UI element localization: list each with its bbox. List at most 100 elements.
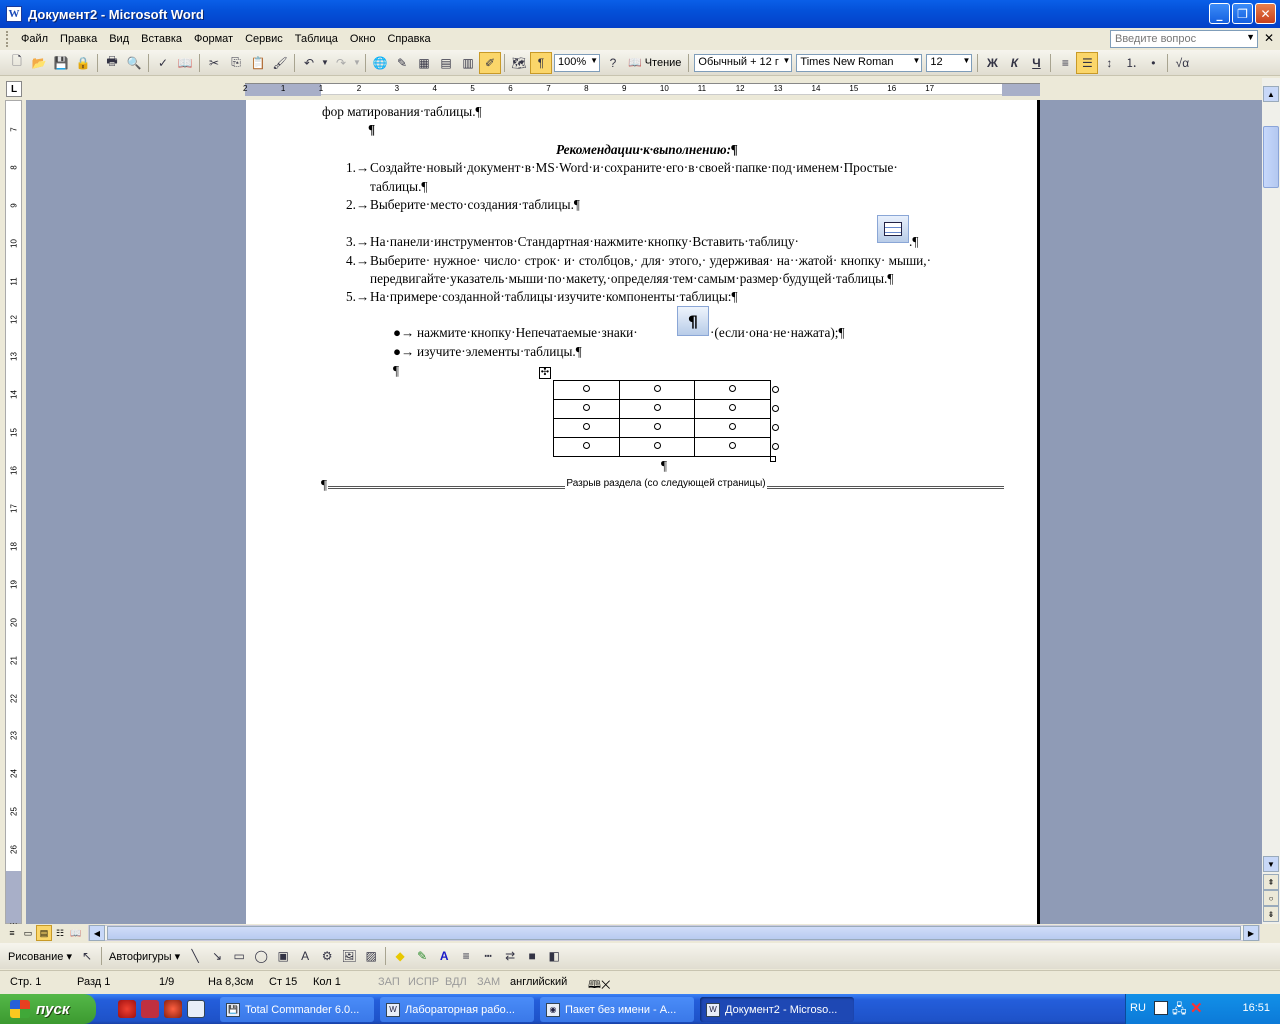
numbering-icon[interactable]: ⒈ bbox=[1120, 52, 1142, 74]
align-center-icon[interactable]: ≡ bbox=[1054, 52, 1076, 74]
style-select[interactable]: Обычный + 12 г ▼ bbox=[694, 53, 793, 72]
fill-color-icon[interactable]: ◆ bbox=[389, 945, 411, 967]
table-cell[interactable] bbox=[694, 418, 771, 438]
font-size-select[interactable]: 12 ▼ bbox=[926, 53, 973, 72]
horizontal-ruler[interactable]: L 2 1 1 2 3 4 5 6 7 8 9 10 11 12 13 14 15 16 17 bbox=[0, 78, 1280, 100]
menu-table[interactable]: Таблица bbox=[289, 31, 344, 47]
oval-icon[interactable]: ◯ bbox=[250, 945, 272, 967]
undo-icon[interactable]: ↶ bbox=[298, 52, 320, 74]
permission-icon[interactable]: 🔒 bbox=[72, 52, 94, 74]
previous-page-button[interactable]: ⇞ bbox=[1263, 874, 1279, 890]
opera-icon[interactable] bbox=[118, 1000, 136, 1018]
redo-dropdown-icon[interactable]: ▼ bbox=[352, 52, 362, 74]
minimize-button[interactable]: _ bbox=[1209, 3, 1230, 24]
scroll-up-button[interactable]: ▲ bbox=[1263, 86, 1279, 102]
table-row[interactable] bbox=[553, 437, 771, 457]
outline-view-icon[interactable]: ☷ bbox=[52, 925, 68, 941]
drawing-icon[interactable]: ✐ bbox=[479, 51, 501, 74]
open-icon[interactable]: 📂 bbox=[28, 52, 50, 74]
paragraph-mark-below-table[interactable]: ¶ bbox=[661, 458, 667, 474]
document-map-icon[interactable]: 🗺 bbox=[508, 52, 530, 74]
table-row[interactable] bbox=[553, 418, 771, 438]
quicklaunch-app-icon[interactable] bbox=[164, 1000, 182, 1018]
section-break-mark[interactable]: ¶ bbox=[321, 477, 327, 493]
show-desktop-icon[interactable] bbox=[187, 1000, 205, 1018]
menu-format[interactable]: Формат bbox=[188, 31, 239, 47]
step-2-text[interactable]: Выберите·место·создания·таблицы.¶ bbox=[370, 197, 580, 213]
bold-button[interactable]: Ж bbox=[981, 52, 1003, 74]
justify-icon[interactable]: ☰ bbox=[1076, 51, 1099, 74]
font-color-icon[interactable]: A bbox=[433, 945, 455, 967]
taskbar-document2[interactable]: W Документ2 - Microso... bbox=[700, 997, 854, 1022]
print-preview-icon[interactable]: 🔍 bbox=[123, 52, 145, 74]
select-browse-object-button[interactable]: ○ bbox=[1263, 890, 1279, 906]
recommendations-heading[interactable]: Рекомендации·к·выполнению:¶ bbox=[556, 142, 738, 158]
help-question-input[interactable]: Введите вопрос ▼ bbox=[1110, 30, 1258, 48]
table-cell[interactable] bbox=[694, 399, 771, 419]
table-cell[interactable] bbox=[553, 437, 620, 457]
paste-icon[interactable]: 📋 bbox=[247, 52, 269, 74]
3d-style-icon[interactable]: ◧ bbox=[543, 945, 565, 967]
table-cell[interactable] bbox=[694, 380, 771, 400]
format-painter-icon[interactable]: 🖌 bbox=[269, 52, 291, 74]
font-select[interactable]: Times New Roman ▼ bbox=[796, 53, 923, 72]
draw-menu-button[interactable]: Рисование ▾ bbox=[4, 950, 76, 963]
menu-window[interactable]: Окно bbox=[344, 31, 382, 47]
scroll-right-button[interactable]: ▶ bbox=[1243, 925, 1259, 941]
start-button[interactable]: пуск bbox=[0, 994, 96, 1024]
pilcrow-image-icon[interactable]: ¶ bbox=[677, 306, 709, 336]
print-layout-view-icon[interactable]: ▤ bbox=[36, 925, 52, 941]
scroll-left-button[interactable]: ◀ bbox=[89, 925, 105, 941]
security-alert-icon[interactable]: ✕ bbox=[1190, 999, 1203, 1017]
table-cell[interactable] bbox=[553, 380, 620, 400]
vertical-scroll-thumb[interactable] bbox=[1263, 126, 1279, 188]
hyperlink-icon[interactable]: 🌐 bbox=[369, 52, 391, 74]
spelling-status-icon[interactable]: 🕮✕ bbox=[588, 976, 610, 995]
equation-icon[interactable]: √α bbox=[1171, 52, 1193, 74]
table-row[interactable] bbox=[553, 380, 771, 400]
table-cell[interactable] bbox=[619, 437, 695, 457]
network-icon[interactable]: 🖧 bbox=[1172, 1000, 1187, 1022]
ruler-strip[interactable]: 2 1 1 2 3 4 5 6 7 8 9 10 11 12 13 14 15 16 17 bbox=[243, 83, 1040, 96]
table-cell[interactable] bbox=[619, 399, 695, 419]
step-5-text[interactable]: На·примере·созданной·таблицы·изучите·ком… bbox=[370, 289, 737, 305]
wordart-icon[interactable]: A bbox=[294, 945, 316, 967]
arrow-icon[interactable]: ↘ bbox=[206, 945, 228, 967]
underline-button[interactable]: Ч bbox=[1025, 52, 1047, 74]
next-page-button[interactable]: ⇟ bbox=[1263, 906, 1279, 922]
insert-table-icon[interactable]: ▦ bbox=[413, 52, 435, 74]
columns-icon[interactable]: ▥ bbox=[457, 52, 479, 74]
word-app-icon[interactable]: W bbox=[6, 6, 22, 22]
insert-picture-icon[interactable]: ▨ bbox=[360, 945, 382, 967]
menu-file[interactable]: Файл bbox=[15, 31, 54, 47]
reading-view-icon[interactable]: 📖 bbox=[68, 925, 84, 941]
menu-edit[interactable]: Правка bbox=[54, 31, 103, 47]
clock[interactable]: 16:51 bbox=[1242, 1002, 1270, 1014]
table-cell[interactable] bbox=[619, 380, 695, 400]
paragraph-mark[interactable]: ¶ bbox=[393, 363, 399, 379]
step-3-text[interactable]: На·панели·инструментов·Стандартная·нажми… bbox=[370, 234, 799, 250]
language-indicator[interactable]: RU bbox=[1130, 1002, 1146, 1014]
save-icon[interactable]: 💾 bbox=[50, 52, 72, 74]
rectangle-icon[interactable]: ▭ bbox=[228, 945, 250, 967]
step-4-text[interactable]: Выберите· нужное· число· строк· и· столб… bbox=[370, 253, 931, 269]
quicklaunch-app-icon[interactable] bbox=[141, 1000, 159, 1018]
table-cell[interactable] bbox=[553, 418, 620, 438]
bullet-1-text[interactable]: нажмите·кнопку·Непечатаемые·знаки· bbox=[417, 325, 638, 341]
scroll-down-button[interactable]: ▼ bbox=[1263, 856, 1279, 872]
step-3-tail[interactable]: .¶ bbox=[909, 234, 918, 250]
step-1-text[interactable]: Создайте·новый·документ·в·MS·Word·и·сохр… bbox=[370, 160, 898, 176]
line-spacing-icon[interactable]: ↕ bbox=[1098, 52, 1120, 74]
close-document-icon[interactable]: ✕ bbox=[1264, 31, 1274, 45]
tab-selector[interactable]: L bbox=[6, 81, 22, 97]
status-language[interactable]: английский bbox=[510, 976, 567, 988]
taskbar-lab-document[interactable]: W Лабораторная рабо... bbox=[380, 997, 534, 1022]
spelling-icon[interactable]: ✓ bbox=[152, 52, 174, 74]
help-icon[interactable]: ? bbox=[602, 52, 624, 74]
taskbar-package[interactable]: ◉ Пакет без имени - A... bbox=[540, 997, 694, 1022]
bullet-2-text[interactable]: изучите·элементы·таблицы.¶ bbox=[417, 344, 582, 360]
tray-icon[interactable] bbox=[1154, 1001, 1168, 1015]
table-cell[interactable] bbox=[619, 418, 695, 438]
redo-icon[interactable]: ↷ bbox=[330, 52, 352, 74]
restore-button[interactable]: ❐ bbox=[1232, 3, 1253, 24]
